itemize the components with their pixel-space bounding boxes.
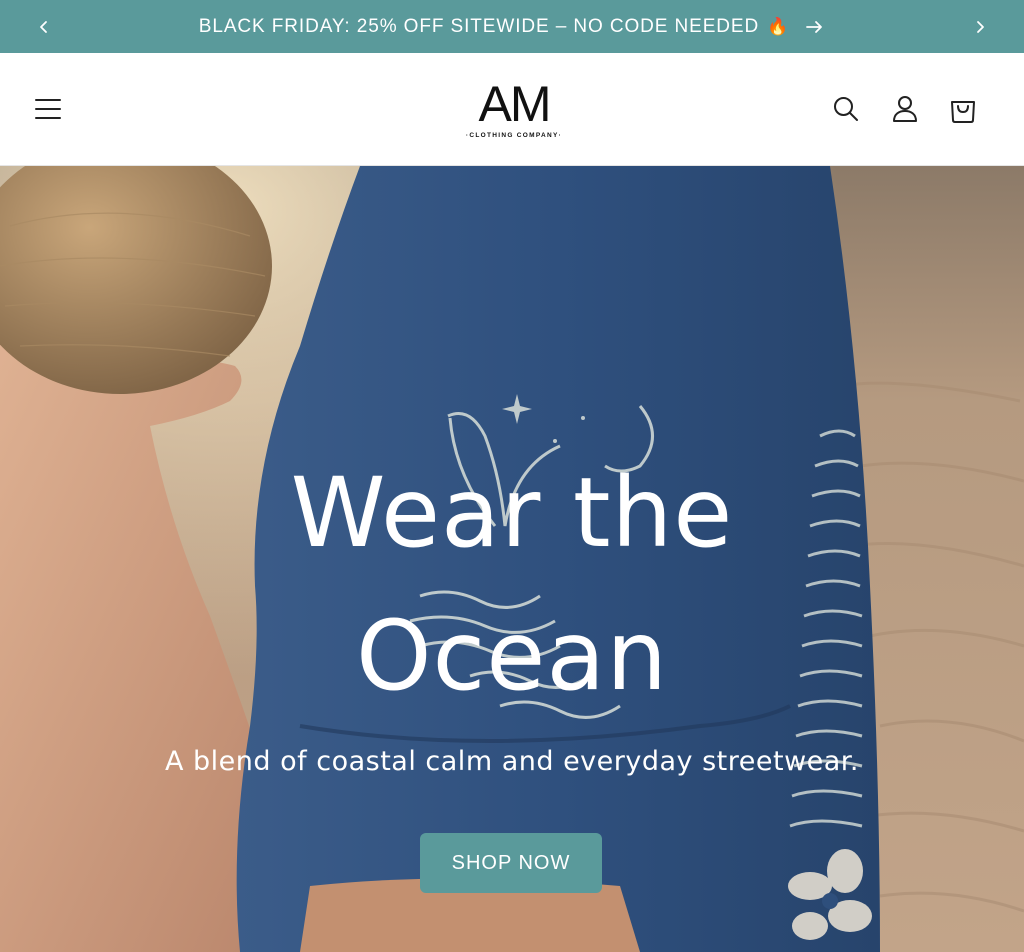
cart-icon — [951, 101, 975, 123]
shop-now-button[interactable]: SHOP NOW — [420, 833, 602, 893]
cart-button[interactable] — [945, 91, 981, 127]
announcement-text: BLACK FRIDAY: 25% OFF SITEWIDE – NO CODE… — [198, 15, 760, 37]
search-button[interactable] — [828, 91, 864, 127]
account-button[interactable] — [887, 91, 923, 127]
announcement-next-button[interactable] — [958, 0, 1002, 53]
announcement-prev-button[interactable] — [22, 0, 66, 53]
hero-banner: Wear the Ocean A blend of coastal calm a… — [0, 166, 1024, 952]
hero-content: Wear the Ocean A blend of coastal calm a… — [0, 166, 1024, 952]
hero-headline-line1: Wear the — [290, 457, 734, 569]
chevron-right-icon — [977, 20, 984, 33]
hero-tagline: A blend of coastal calm and everyday str… — [164, 746, 860, 777]
announcement-message[interactable]: BLACK FRIDAY: 25% OFF SITEWIDE – NO CODE… — [199, 16, 825, 38]
logo-mark: AM — [478, 76, 552, 132]
hamburger-icon — [35, 99, 61, 119]
chevron-left-icon — [40, 20, 47, 33]
account-icon — [893, 96, 917, 122]
site-logo[interactable]: AM ·CLOTHING COMPANY· — [453, 77, 575, 145]
menu-button[interactable] — [30, 91, 66, 127]
fire-icon: 🔥 — [767, 16, 790, 36]
announcement-bar: BLACK FRIDAY: 25% OFF SITEWIDE – NO CODE… — [0, 0, 1024, 53]
search-icon — [834, 97, 858, 121]
site-header: AM ·CLOTHING COMPANY· — [0, 53, 1024, 166]
arrow-right-icon — [805, 19, 825, 35]
hero-headline-line2: Ocean — [355, 600, 669, 712]
logo-subtitle: ·CLOTHING COMPANY· — [465, 132, 563, 139]
